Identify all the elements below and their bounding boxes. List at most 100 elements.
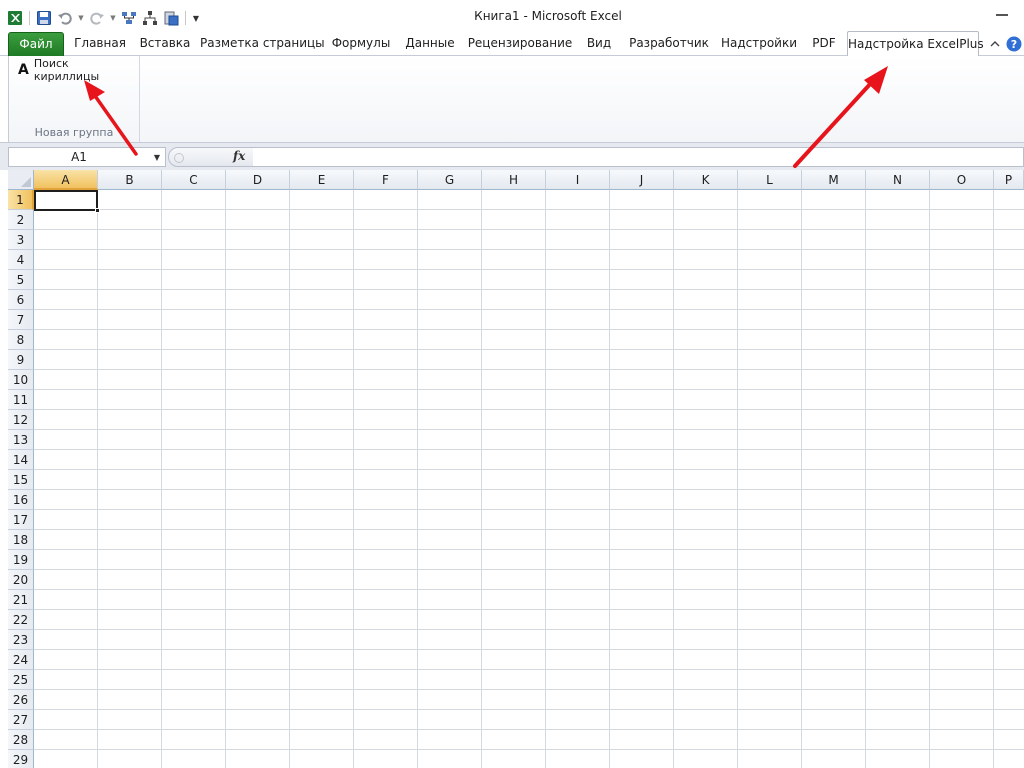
worksheet-grid[interactable]: A B C D E F G H I J K L M N O P 1 2 3 4 5 6 7 8 9 10 11 12 13 14 15 16 1… <box>0 170 1024 768</box>
column-header-h[interactable]: H <box>482 170 546 190</box>
row-gridline <box>34 629 1024 630</box>
tab-formulas[interactable]: Формулы <box>329 31 393 56</box>
column-header-n[interactable]: N <box>866 170 930 190</box>
row-gridline <box>34 509 1024 510</box>
row-gridline <box>34 409 1024 410</box>
row-header-7[interactable]: 7 <box>8 310 34 330</box>
tab-excelplus[interactable]: Надстройка ExcelPlus <box>847 31 984 57</box>
row-header-4[interactable]: 4 <box>8 250 34 270</box>
column-gridline <box>865 190 866 768</box>
row-header-17[interactable]: 17 <box>8 510 34 530</box>
row-header-11[interactable]: 11 <box>8 390 34 410</box>
row-header-25[interactable]: 25 <box>8 670 34 690</box>
column-gridline <box>673 190 674 768</box>
row-header-22[interactable]: 22 <box>8 610 34 630</box>
formula-input[interactable] <box>253 147 1024 167</box>
column-header-j[interactable]: J <box>610 170 674 190</box>
active-cell-a1[interactable] <box>34 190 100 213</box>
column-header-l[interactable]: L <box>738 170 802 190</box>
row-gridline <box>34 609 1024 610</box>
column-gridline <box>993 190 994 768</box>
column-header-i[interactable]: I <box>546 170 610 190</box>
column-header-g[interactable]: G <box>418 170 482 190</box>
column-gridline <box>545 190 546 768</box>
row-header-18[interactable]: 18 <box>8 530 34 550</box>
row-gridline <box>34 529 1024 530</box>
tab-data[interactable]: Данные <box>400 31 460 56</box>
fill-handle[interactable] <box>95 208 100 213</box>
row-header-9[interactable]: 9 <box>8 350 34 370</box>
row-gridline <box>34 709 1024 710</box>
row-gridline <box>34 309 1024 310</box>
row-gridline <box>34 269 1024 270</box>
select-all-icon <box>21 177 31 187</box>
row-header-14[interactable]: 14 <box>8 450 34 470</box>
svg-text:?: ? <box>1011 38 1017 51</box>
title-bar: ▼ ▼ ▼ Книга1 - Microsoft Excel <box>0 0 1024 33</box>
row-header-29[interactable]: 29 <box>8 750 34 768</box>
row-header-6[interactable]: 6 <box>8 290 34 310</box>
tab-developer[interactable]: Разработчик <box>624 31 714 56</box>
column-header-a[interactable]: A <box>34 170 98 190</box>
column-gridline <box>481 190 482 768</box>
column-header-b[interactable]: B <box>98 170 162 190</box>
row-header-5[interactable]: 5 <box>8 270 34 290</box>
tab-page-layout[interactable]: Разметка страницы <box>200 31 325 56</box>
tab-insert[interactable]: Вставка <box>137 31 193 56</box>
column-header-k[interactable]: K <box>674 170 738 190</box>
ribbon-tabs: Файл Главная Вставка Разметка страницы Ф… <box>0 31 1024 57</box>
column-header-o[interactable]: O <box>930 170 994 190</box>
column-header-c[interactable]: C <box>162 170 226 190</box>
row-gridline <box>34 349 1024 350</box>
row-header-8[interactable]: 8 <box>8 330 34 350</box>
column-header-f[interactable]: F <box>354 170 418 190</box>
minimize-ribbon-icon[interactable] <box>988 37 1002 51</box>
row-header-23[interactable]: 23 <box>8 630 34 650</box>
tab-file[interactable]: Файл <box>8 32 64 56</box>
column-header-m[interactable]: M <box>802 170 866 190</box>
row-gridline <box>34 249 1024 250</box>
row-gridline <box>34 589 1024 590</box>
name-box-dropdown-icon[interactable]: ▼ <box>151 150 163 164</box>
tab-review[interactable]: Рецензирование <box>467 31 573 56</box>
tab-pdf[interactable]: PDF <box>805 31 843 56</box>
name-box[interactable]: A1 ▼ <box>8 147 166 167</box>
row-header-21[interactable]: 21 <box>8 590 34 610</box>
formula-bar: A1 ▼ fx <box>0 142 1024 170</box>
row-header-2[interactable]: 2 <box>8 210 34 230</box>
row-header-13[interactable]: 13 <box>8 430 34 450</box>
row-gridline <box>34 729 1024 730</box>
row-header-3[interactable]: 3 <box>8 230 34 250</box>
column-header-p[interactable]: P <box>994 170 1024 190</box>
column-gridline <box>161 190 162 768</box>
row-header-15[interactable]: 15 <box>8 470 34 490</box>
row-gridline <box>34 569 1024 570</box>
select-all-button[interactable] <box>8 170 34 190</box>
tab-addins[interactable]: Надстройки <box>720 31 798 56</box>
row-header-26[interactable]: 26 <box>8 690 34 710</box>
column-gridline <box>801 190 802 768</box>
window-title: Книга1 - Microsoft Excel <box>474 9 622 23</box>
column-gridline <box>289 190 290 768</box>
help-icon[interactable]: ? <box>1006 36 1022 52</box>
window-minimize-icon[interactable] <box>996 14 1008 18</box>
row-header-16[interactable]: 16 <box>8 490 34 510</box>
row-header-1[interactable]: 1 <box>8 190 34 210</box>
row-header-10[interactable]: 10 <box>8 370 34 390</box>
row-header-20[interactable]: 20 <box>8 570 34 590</box>
row-header-28[interactable]: 28 <box>8 730 34 750</box>
row-header-19[interactable]: 19 <box>8 550 34 570</box>
cyrillic-search-button[interactable]: A Поиск кириллицы <box>15 57 139 83</box>
insert-function-button[interactable]: fx <box>233 149 245 163</box>
row-header-27[interactable]: 27 <box>8 710 34 730</box>
row-header-24[interactable]: 24 <box>8 650 34 670</box>
row-header-12[interactable]: 12 <box>8 410 34 430</box>
tab-home[interactable]: Главная <box>70 31 130 56</box>
row-gridline <box>34 669 1024 670</box>
column-header-d[interactable]: D <box>226 170 290 190</box>
expand-handle-icon[interactable] <box>174 153 184 163</box>
letter-a-icon: A <box>18 62 29 78</box>
tab-view[interactable]: Вид <box>580 31 618 56</box>
column-header-e[interactable]: E <box>290 170 354 190</box>
cyrillic-search-label: Поиск кириллицы <box>33 57 100 83</box>
